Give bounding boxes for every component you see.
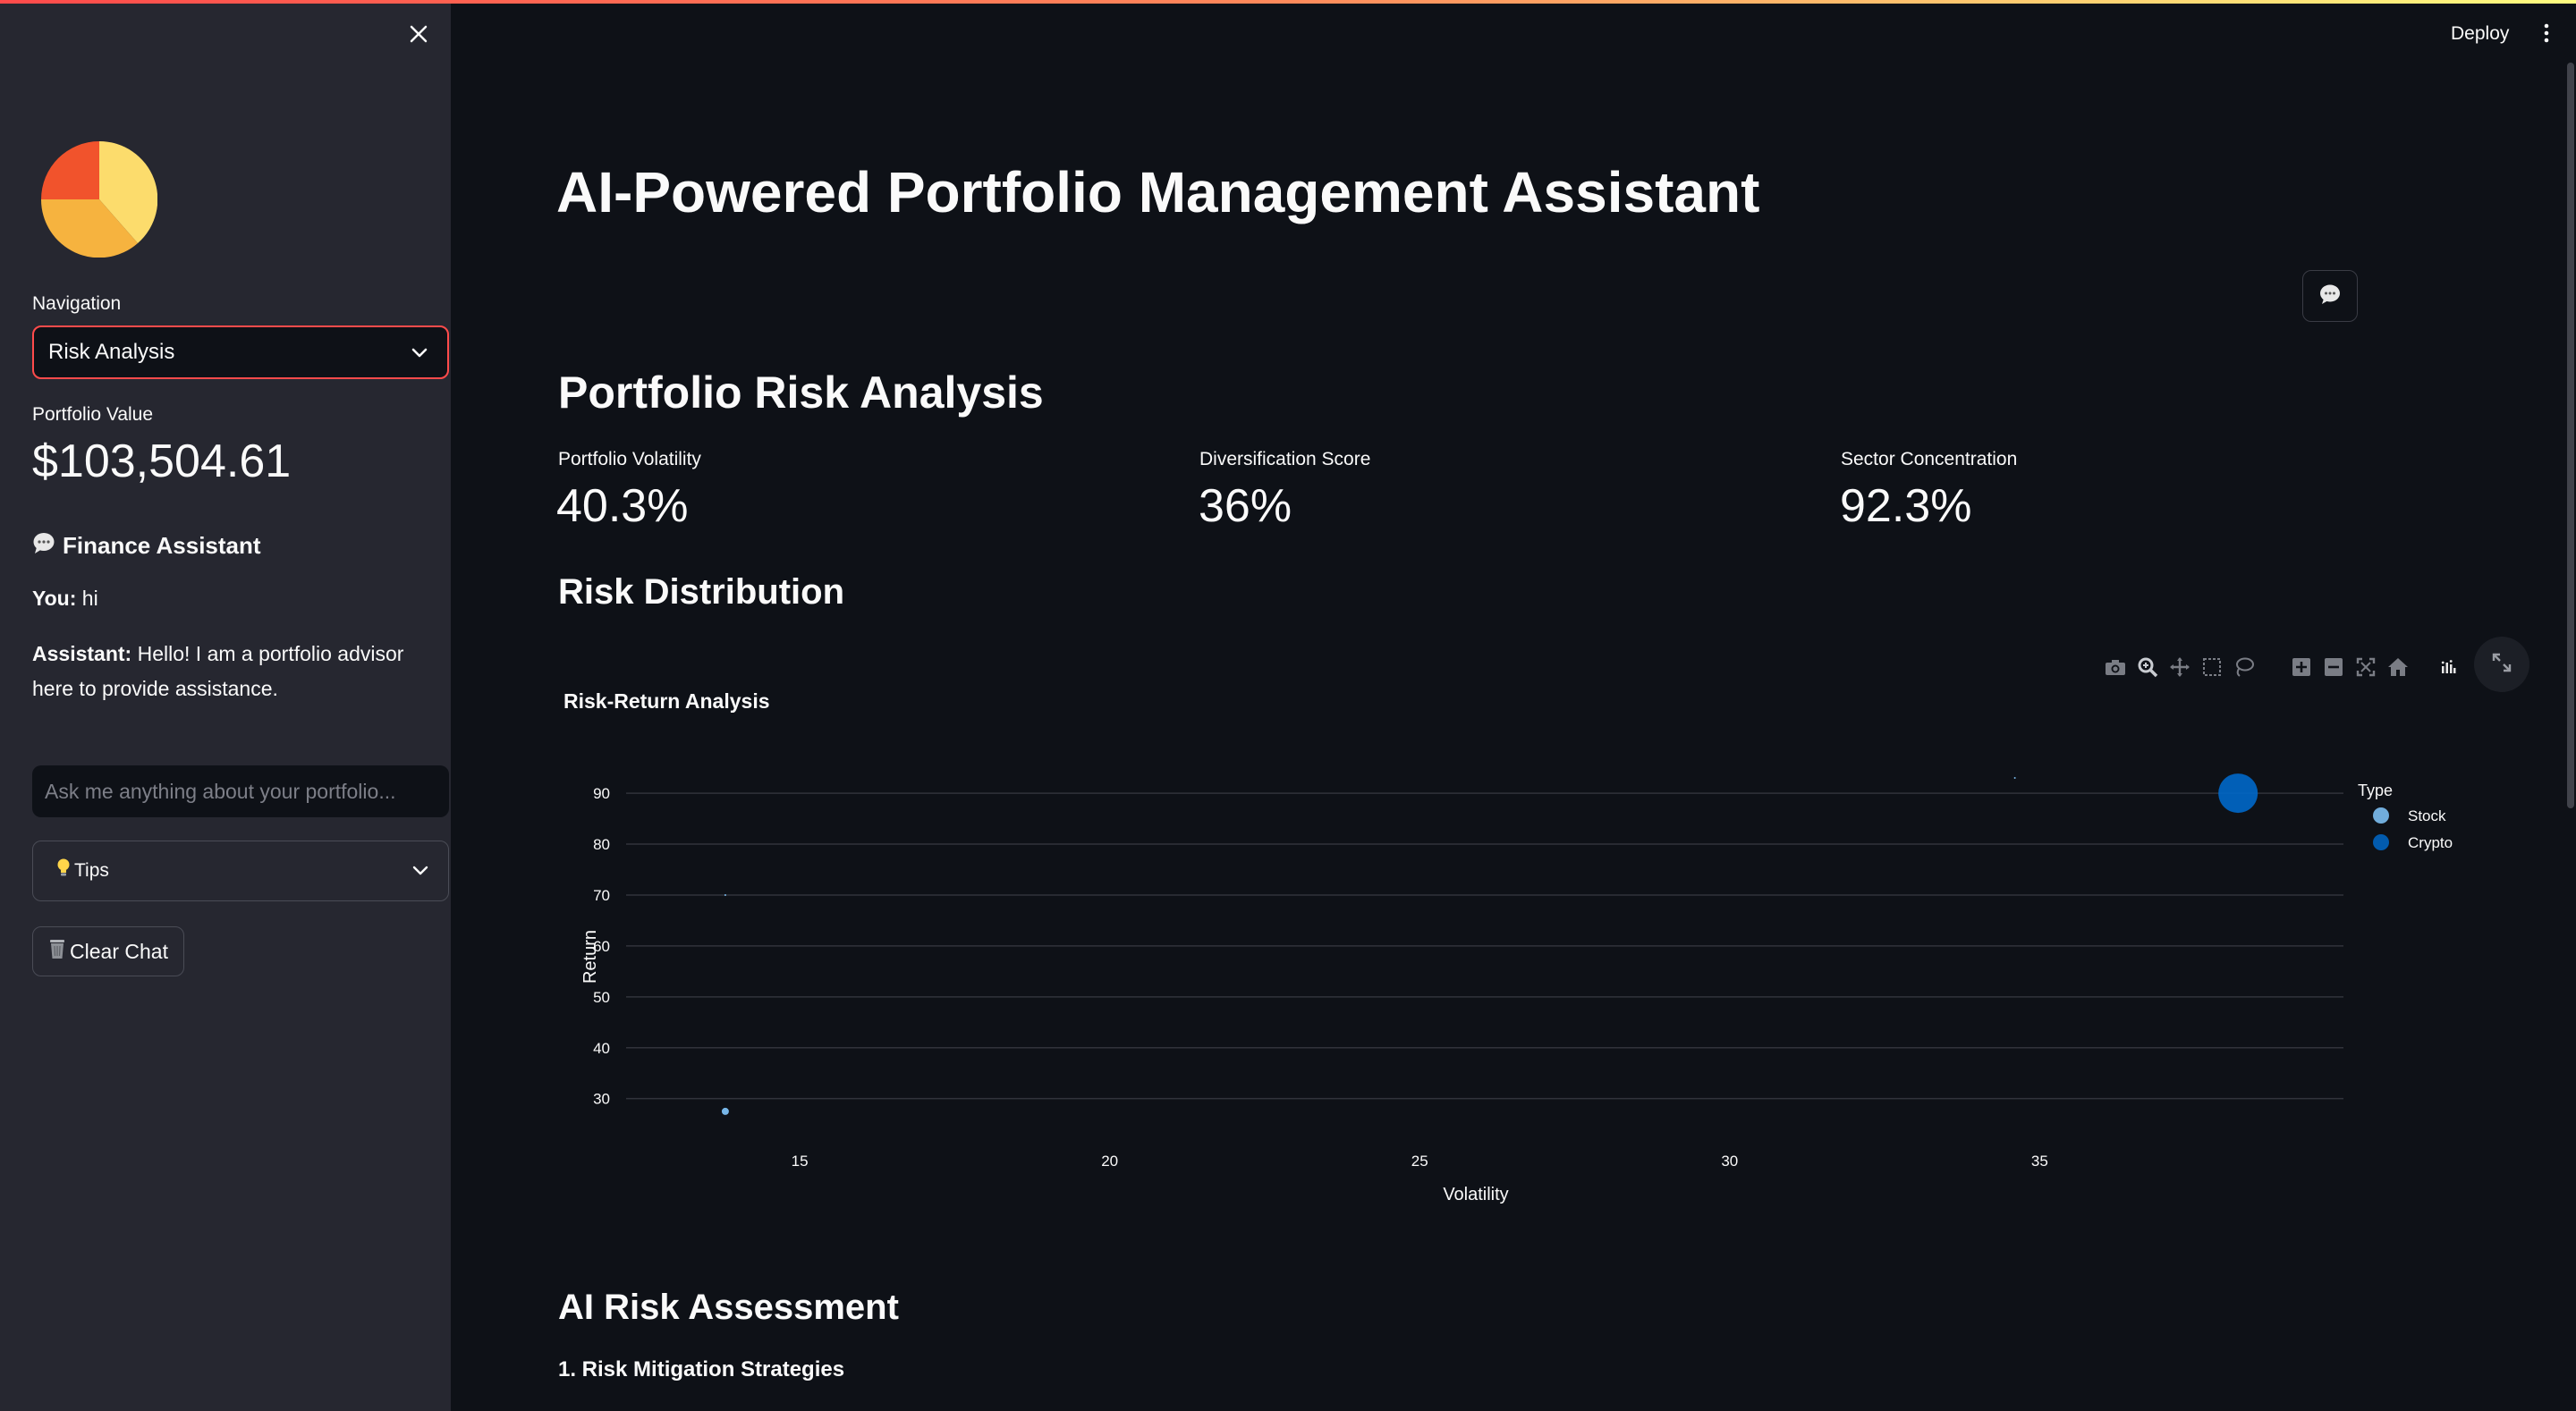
zoom-in-icon[interactable] [2290, 655, 2313, 679]
lightbulb-icon [56, 858, 71, 883]
clear-chat-label: Clear Chat [70, 939, 168, 963]
metric-label-volatility: Portfolio Volatility [558, 449, 701, 469]
y-tick-label: 90 [593, 785, 610, 802]
lasso-select-icon[interactable] [2233, 655, 2256, 679]
deploy-button[interactable]: Deploy [2451, 23, 2509, 45]
navigation-select[interactable]: Risk Analysis [32, 325, 449, 379]
box-select-icon[interactable] [2200, 655, 2224, 679]
chat-toggle-button[interactable] [2302, 270, 2358, 322]
chart-points [721, 773, 2258, 1115]
y-tick-label: 40 [593, 1040, 610, 1057]
legend-marker-crypto [2373, 834, 2389, 850]
x-tick-label: 30 [1721, 1153, 1738, 1170]
y-axis-label: Return [580, 930, 600, 984]
y-tick-label: 80 [593, 836, 610, 853]
portfolio-value-label: Portfolio Value [32, 404, 154, 425]
chat-message-assistant: Assistant: Hello! I am a portfolio advis… [32, 637, 417, 706]
x-tick-label: 25 [1411, 1153, 1428, 1170]
main-menu-icon[interactable] [2540, 21, 2553, 45]
autoscale-icon[interactable] [2354, 655, 2377, 679]
close-sidebar-icon[interactable] [404, 20, 433, 48]
metric-value-diversification: 36% [1199, 480, 1292, 532]
tips-header: Tips [56, 858, 109, 883]
x-tick-label: 15 [792, 1153, 809, 1170]
data-point-stock [724, 893, 726, 896]
trash-icon [48, 938, 66, 965]
sidebar: Navigation Risk Analysis Portfolio Value… [0, 0, 451, 1411]
tips-expander[interactable]: Tips [32, 841, 449, 901]
ai-risk-assessment-heading: AI Risk Assessment [558, 1288, 899, 1327]
legend-label-crypto: Crypto [2408, 834, 2453, 851]
navigation-label: Navigation [32, 293, 122, 314]
risk-distribution-heading: Risk Distribution [558, 572, 845, 612]
finance-assistant-title: Finance Assistant [32, 531, 261, 561]
plotly-logo-icon[interactable] [2436, 655, 2460, 679]
data-point-crypto [2218, 773, 2258, 814]
camera-icon[interactable] [2104, 655, 2127, 679]
data-point-stock [721, 1107, 729, 1115]
mitigation-item: 1. Risk Mitigation Strategies [558, 1357, 845, 1381]
scrollbar[interactable] [2567, 63, 2574, 808]
finance-assistant-label: Finance Assistant [63, 532, 261, 559]
zoom-icon[interactable] [2136, 655, 2159, 679]
x-axis-ticks: 15 20 25 30 35 [792, 1153, 2048, 1170]
risk-analysis-heading: Portfolio Risk Analysis [558, 368, 1044, 418]
chat-input[interactable] [32, 765, 449, 817]
speech-bubble-icon [2318, 283, 2342, 309]
reset-axes-home-icon[interactable] [2386, 655, 2410, 679]
legend-label-stock: Stock [2408, 807, 2446, 824]
chart-toolbar [2104, 651, 2460, 683]
chat-speaker: You: [32, 587, 77, 610]
top-gradient-bar [0, 0, 2576, 4]
portfolio-value: $103,504.61 [32, 435, 292, 487]
y-tick-label: 50 [593, 989, 610, 1006]
chart-title: Risk-Return Analysis [564, 689, 770, 713]
data-point-stock [2013, 777, 2016, 779]
metric-value-sector-concentration: 92.3% [1840, 480, 1972, 532]
legend-marker-stock [2373, 807, 2389, 824]
chevron-down-icon [412, 860, 428, 882]
chat-speaker: Assistant: [32, 642, 132, 665]
y-tick-label: 30 [593, 1091, 610, 1108]
speech-bubble-icon [32, 531, 55, 561]
x-tick-label: 20 [1101, 1153, 1118, 1170]
clear-chat-button[interactable]: Clear Chat [32, 926, 184, 976]
page-title: AI-Powered Portfolio Management Assistan… [556, 160, 1760, 224]
navigation-selected-value: Risk Analysis [48, 340, 175, 364]
zoom-out-icon[interactable] [2322, 655, 2345, 679]
metric-label-sector-concentration: Sector Concentration [1841, 449, 2018, 469]
x-tick-label: 35 [2031, 1153, 2048, 1170]
chart-legend: Type Stock Crypto [2358, 782, 2453, 851]
metric-label-diversification: Diversification Score [1199, 449, 1371, 469]
chart-grid [626, 792, 2343, 1100]
chat-text: hi [81, 587, 98, 610]
x-axis-label: Volatility [1443, 1185, 1508, 1204]
pan-icon[interactable] [2168, 655, 2191, 679]
metric-value-volatility: 40.3% [556, 480, 689, 532]
chevron-down-icon [411, 340, 428, 365]
legend-title: Type [2358, 782, 2393, 799]
expand-icon [2491, 652, 2512, 678]
risk-return-scatter-chart[interactable]: Risk-Return Analysis 30405060708090 15 20… [555, 680, 2540, 1216]
pie-chart-logo [41, 141, 157, 258]
chat-message-user: You: hi [32, 581, 417, 616]
y-tick-label: 70 [593, 887, 610, 904]
tips-label: Tips [74, 860, 109, 881]
